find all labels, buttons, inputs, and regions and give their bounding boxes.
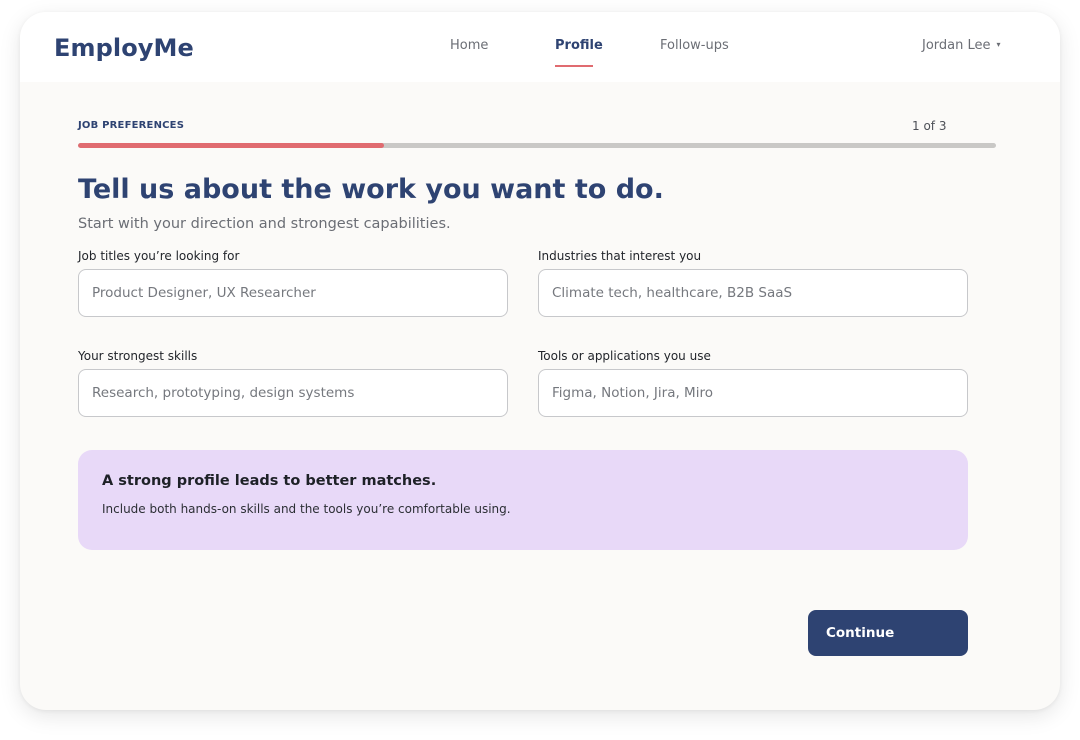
user-menu[interactable]: Jordan Lee ▾ bbox=[922, 38, 1001, 53]
tip-title: A strong profile leads to better matches… bbox=[102, 473, 437, 489]
progress-bar bbox=[78, 143, 996, 148]
user-name: Jordan Lee bbox=[922, 38, 991, 53]
tools-input[interactable] bbox=[538, 369, 968, 417]
skills-input[interactable] bbox=[78, 369, 508, 417]
nav-link-follow-ups[interactable]: Follow-ups bbox=[660, 38, 729, 53]
active-nav-indicator bbox=[555, 65, 593, 67]
job-titles-input[interactable] bbox=[78, 269, 508, 317]
tip-body: Include both hands-on skills and the too… bbox=[102, 502, 511, 516]
industries-label: Industries that interest you bbox=[538, 249, 702, 263]
job-titles-label: Job titles you’re looking for bbox=[78, 249, 240, 263]
step-counter: 1 of 3 bbox=[912, 119, 947, 133]
skills-label: Your strongest skills bbox=[78, 349, 198, 363]
tools-label: Tools or applications you use bbox=[538, 349, 711, 363]
top-nav: EmployMe Home Profile Follow-ups Jordan … bbox=[20, 12, 1060, 82]
page-subtitle: Start with your direction and strongest … bbox=[78, 216, 451, 232]
brand-logo[interactable]: EmployMe bbox=[54, 34, 194, 62]
nav-link-home[interactable]: Home bbox=[450, 38, 488, 53]
page-title: Tell us about the work you want to do. bbox=[78, 174, 664, 205]
app-window: EmployMe Home Profile Follow-ups Jordan … bbox=[20, 12, 1060, 710]
step-section-label: JOB PREFERENCES bbox=[78, 120, 185, 131]
progress-bar-fill bbox=[78, 143, 384, 148]
industries-input[interactable] bbox=[538, 269, 968, 317]
nav-link-profile[interactable]: Profile bbox=[555, 38, 603, 53]
chevron-down-icon: ▾ bbox=[996, 40, 1001, 49]
profile-tip-callout: A strong profile leads to better matches… bbox=[78, 450, 968, 550]
continue-button[interactable]: Continue bbox=[808, 610, 968, 656]
